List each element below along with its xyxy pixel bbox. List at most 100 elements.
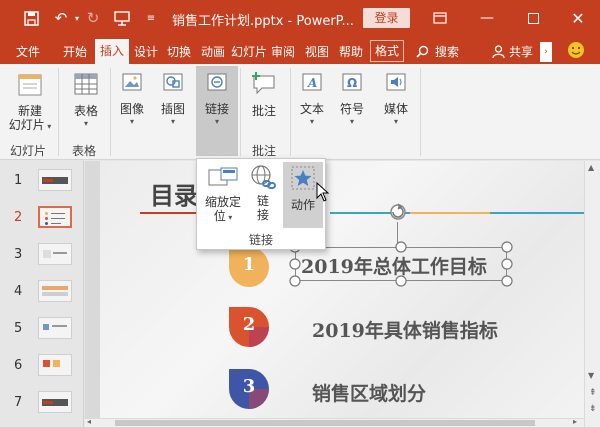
title-bar: ↶ ▾ ↻ ≡ 销售工作计划.pptx - PowerP... 登录 — ✕	[0, 0, 600, 36]
svg-text:A: A	[307, 76, 317, 90]
tab-transitions[interactable]: 切换	[164, 41, 194, 63]
tab-slideshow[interactable]: 幻灯片	[231, 41, 267, 63]
links-label: 链接	[204, 102, 229, 116]
rotate-handle-icon[interactable]	[387, 201, 409, 223]
tab-format[interactable]: 格式	[370, 40, 404, 62]
illustrations-button[interactable]: 插图 ▾	[154, 70, 192, 126]
globe-link-icon	[251, 165, 276, 189]
item-3-number: 3	[242, 376, 256, 397]
zoom-icon	[208, 167, 238, 186]
thumbnail-row-selected[interactable]: 2	[0, 206, 84, 236]
window-title: 销售工作计划.pptx - PowerP...	[172, 14, 354, 29]
maximize-icon[interactable]	[511, 0, 555, 36]
item-3-text[interactable]: 销售区域划分	[312, 379, 426, 406]
smiley-feedback-icon[interactable]	[566, 39, 586, 61]
tab-home[interactable]: 开始	[60, 41, 90, 63]
vertical-scrollbar[interactable]: ▲ ▼ ⇞ ⇟	[584, 161, 600, 427]
scroll-left-icon[interactable]: ◂	[87, 417, 91, 426]
comment-button[interactable]: 批注	[244, 70, 284, 119]
slide-thumbnail[interactable]	[38, 243, 72, 265]
hyperlink-label-2: 接	[256, 208, 269, 222]
group-divider	[110, 68, 111, 156]
tell-me-search[interactable]: 搜索	[432, 41, 462, 63]
link-icon	[207, 73, 227, 91]
shapes-icon	[163, 73, 183, 91]
thumbnail-row[interactable]: 3	[0, 243, 84, 273]
horizontal-scroll-thumb[interactable]	[115, 420, 535, 426]
zoom-caret-icon: ▾	[225, 213, 233, 222]
zoom-label-1: 缩放定	[204, 195, 241, 209]
table-icon	[74, 73, 98, 95]
accent-line-teal-2	[490, 212, 584, 214]
hyperlink-label-1: 链	[256, 194, 269, 208]
images-button[interactable]: 图像 ▾	[114, 70, 150, 126]
next-slide-icon[interactable]: ⇟	[589, 405, 597, 414]
hyperlink-button[interactable]: 链 接	[245, 163, 281, 227]
search-icon[interactable]	[412, 41, 432, 63]
minimize-icon[interactable]: —	[465, 0, 509, 36]
close-icon[interactable]: ✕	[556, 0, 600, 36]
thumbnail-row[interactable]: 1	[0, 169, 84, 199]
illustrations-label: 插图	[160, 102, 185, 116]
links-button[interactable]: 链接 ▾	[196, 66, 238, 156]
new-slide-label-2: 幻灯片	[8, 118, 45, 132]
group-label-comments: 批注	[252, 144, 277, 158]
slide-number: 2	[14, 210, 23, 225]
thumbnail-row[interactable]: 6	[0, 354, 84, 384]
tab-file[interactable]: 文件	[8, 41, 48, 63]
table-button[interactable]: 表格 ▾	[64, 70, 108, 128]
slide-thumbnail[interactable]	[38, 280, 72, 302]
share-button[interactable]: 共享	[507, 41, 535, 63]
scroll-right-icon[interactable]: ▸	[573, 417, 577, 426]
horizontal-scrollbar[interactable]: ◂ ▸	[85, 417, 584, 427]
ribbon: 新建 幻灯片 ▾ 幻灯片 表格 ▾ 表格 图像 ▾ 插图 ▾ 链接 ▾ 批注 批…	[0, 64, 600, 160]
new-slide-button[interactable]: 新建 幻灯片 ▾	[6, 70, 54, 133]
slide-thumbnail-selected[interactable]	[38, 206, 72, 228]
media-caret-icon: ▾	[393, 117, 398, 126]
table-label: 表格	[73, 104, 98, 118]
tab-design[interactable]: 设计	[131, 41, 161, 63]
thumbnail-row[interactable]: 5	[0, 317, 84, 347]
thumbnail-row[interactable]: 7	[0, 391, 84, 421]
slide-thumbnail[interactable]	[38, 391, 72, 413]
tab-insert[interactable]: 插入	[95, 39, 129, 64]
media-button[interactable]: 媒体 ▾	[376, 70, 416, 126]
symbols-label: 符号	[339, 102, 364, 116]
slide-thumbnail[interactable]	[38, 317, 72, 339]
scroll-down-icon[interactable]: ▼	[588, 371, 594, 380]
login-button[interactable]: 登录	[363, 8, 410, 28]
table-caret-icon: ▾	[83, 119, 88, 128]
slide-title[interactable]: 目录	[150, 176, 198, 211]
tab-review[interactable]: 审阅	[268, 41, 298, 63]
share-user-icon[interactable]	[490, 41, 506, 63]
symbols-caret-icon: ▾	[349, 117, 354, 126]
ribbon-display-options-icon[interactable]	[418, 0, 462, 36]
redo-icon[interactable]: ↻	[84, 9, 102, 27]
slide-thumbnail[interactable]	[38, 169, 72, 191]
item-2-text[interactable]: 2019年具体销售指标	[312, 316, 498, 343]
slide-canvas[interactable]: 目录 1 2019年总体工作目标 2 2019年具体销售指标 3 销售区域划分	[100, 161, 584, 423]
slide-thumbnail[interactable]	[38, 354, 72, 376]
slide-number: 1	[14, 173, 23, 188]
tab-help[interactable]: 帮助	[336, 41, 366, 63]
present-from-start-icon[interactable]	[113, 9, 131, 27]
images-label: 图像	[119, 102, 144, 116]
tab-animations[interactable]: 动画	[198, 41, 228, 63]
text-caret-icon: ▾	[309, 117, 314, 126]
previous-slide-icon[interactable]: ⇞	[589, 389, 597, 398]
svg-text:Ω: Ω	[347, 76, 357, 90]
scroll-up-icon[interactable]: ▲	[588, 163, 594, 172]
text-button[interactable]: A 文本 ▾	[294, 70, 330, 126]
chevron-right-icon[interactable]: ›	[540, 42, 552, 62]
slide-number: 4	[14, 284, 23, 299]
save-icon[interactable]	[22, 9, 40, 27]
customize-qat-icon[interactable]: ≡	[142, 9, 160, 27]
tab-view[interactable]: 视图	[302, 41, 332, 63]
thumbnail-row[interactable]: 4	[0, 280, 84, 310]
zoom-button[interactable]: 缩放定 位 ▾	[201, 163, 245, 227]
symbols-button[interactable]: Ω 符号 ▾	[334, 70, 370, 126]
illustrations-caret-icon: ▾	[170, 117, 175, 126]
links-dropdown-menu: 缩放定 位 ▾ 链 接 动作 链接	[196, 158, 326, 250]
mouse-cursor-icon	[316, 182, 330, 202]
group-divider	[240, 68, 241, 156]
